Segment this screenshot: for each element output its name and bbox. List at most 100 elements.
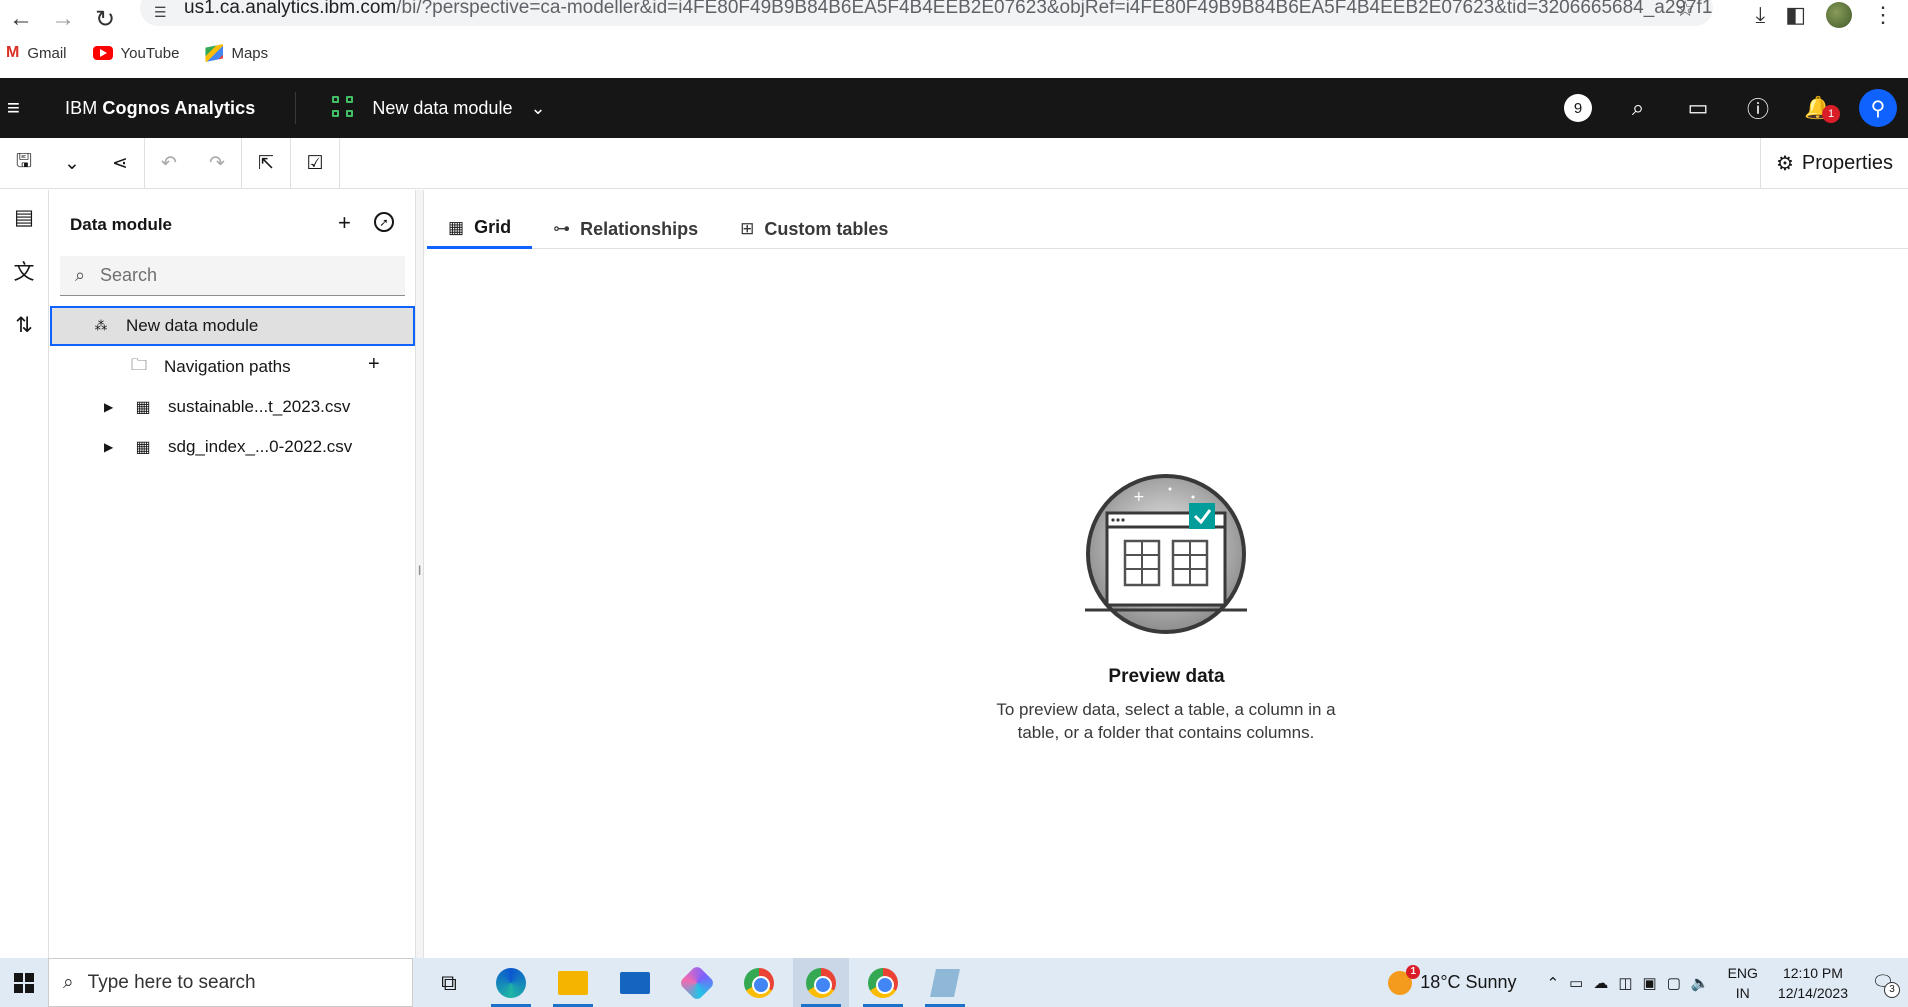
bookmark-label: Maps	[231, 44, 269, 62]
browser-actions: ⤓ ◧ ⋮	[1755, 0, 1908, 30]
weather-badge: 1	[1406, 964, 1421, 979]
windows-taskbar: ⌕ Type here to search ⧉ 1 18°C Sunny ⌃ ▭…	[0, 958, 1908, 1007]
modeller-toolbar: 🖫 ⌄ ⋖ ↶ ↷ ⇱ ☑ ⚙ Properties	[0, 138, 1908, 189]
task-view-icon[interactable]: ⧉	[421, 958, 477, 1007]
onedrive-cloud-icon[interactable]: ☁	[1593, 974, 1608, 992]
chevron-down-icon[interactable]: ⌄	[530, 98, 545, 119]
share-icon[interactable]: ⋖	[96, 138, 144, 188]
user-icon: ⚲	[1859, 89, 1897, 127]
site-settings-icon[interactable]: ☰	[154, 4, 167, 21]
volume-icon[interactable]: 🔈	[1691, 974, 1710, 992]
profile-avatar[interactable]	[1826, 2, 1852, 28]
chevron-up-icon[interactable]: ⌃	[1547, 974, 1560, 992]
bookmark-gmail[interactable]: M Gmail	[6, 44, 67, 62]
data-module-view-icon[interactable]: ▤	[0, 190, 48, 244]
data-module-icon: ⁂	[94, 318, 108, 333]
search-button[interactable]: ⌕	[1608, 95, 1668, 121]
search-icon: ⌕	[74, 265, 86, 285]
taskbar-search[interactable]: ⌕ Type here to search	[48, 958, 413, 1007]
add-source-plus-icon[interactable]: +	[338, 210, 351, 236]
panel-title: Data module	[70, 215, 173, 234]
save-icon[interactable]: 🖫	[0, 138, 48, 188]
chrome-icon[interactable]	[731, 958, 787, 1007]
network-icon[interactable]: ▣	[1643, 974, 1657, 992]
browser-menu-icon[interactable]: ⋮	[1872, 2, 1894, 28]
tree-item-label: New data module	[126, 316, 259, 335]
language-code: ENG	[1727, 964, 1758, 981]
redo-icon[interactable]: ↷	[193, 138, 241, 188]
left-rail: ▤ 文 ⇅	[0, 190, 49, 958]
system-clock[interactable]: 12:10 PM 12/14/2023	[1778, 963, 1848, 1003]
bookmark-star-icon[interactable]: ☆	[1675, 0, 1695, 22]
language-indicator[interactable]: ENG IN	[1728, 963, 1758, 1003]
youtube-icon	[92, 46, 113, 60]
chat-button[interactable]: ▭	[1668, 95, 1728, 121]
preview-description: To preview data, select a table, a colum…	[996, 700, 1336, 742]
display-icon[interactable]: ▢	[1667, 974, 1681, 992]
assistant-button[interactable]: 9	[1548, 94, 1608, 122]
taskbar-search-placeholder: Type here to search	[87, 971, 256, 993]
svg-text:+: +	[1133, 489, 1145, 505]
bookmark-maps[interactable]: Maps	[205, 44, 268, 62]
bookmark-label: Gmail	[27, 44, 67, 62]
tree-item-label: Navigation paths	[164, 357, 291, 376]
tree-item-module[interactable]: ⁂ New data module	[50, 306, 415, 346]
data-module-icon	[332, 96, 356, 120]
folder-icon: 🗀	[130, 356, 147, 374]
windows-start-icon[interactable]	[0, 958, 48, 1007]
system-tray: 1 18°C Sunny ⌃ ▭ ☁ ◫ ▣ ▢ 🔈 ENG IN 12:10 …	[1388, 958, 1908, 1007]
validate-icon[interactable]: ☑	[291, 138, 339, 188]
tree-item-label: sdg_index_...0-2022.csv	[168, 437, 353, 456]
meet-now-icon[interactable]: ◫	[1618, 974, 1632, 992]
bookmark-youtube[interactable]: YouTube	[92, 45, 179, 62]
preview-empty-state: + Preview data To preview data, select a…	[425, 190, 1908, 958]
properties-button[interactable]: ⚙ Properties	[1760, 138, 1908, 188]
panel-resize-handle[interactable]: ||	[415, 190, 424, 958]
module-title: New data module	[372, 97, 513, 118]
sort-icon[interactable]: ⇅	[0, 298, 48, 352]
file-explorer-icon[interactable]	[545, 958, 601, 1007]
tree-item-table[interactable]: ▶ ▦ sdg_index_...0-2022.csv	[104, 427, 415, 467]
forward-arrow-icon[interactable]: →	[42, 4, 84, 34]
header-divider	[295, 92, 297, 124]
notifications-button[interactable]: 🔔 1	[1788, 95, 1848, 123]
notepad-icon[interactable]	[917, 958, 973, 1007]
chrome-profile-icon[interactable]	[793, 958, 849, 1007]
download-icon[interactable]: ⤓	[1755, 2, 1765, 28]
tree-item-table[interactable]: ▶ ▦ sustainable...t_2023.csv	[104, 387, 415, 427]
side-panel-icon[interactable]: ◧	[1785, 2, 1806, 28]
bookmarks-bar: M Gmail YouTube Maps	[0, 38, 1908, 68]
edge-icon[interactable]	[483, 958, 539, 1007]
preview-title: Preview data	[1108, 666, 1225, 687]
launch-icon[interactable]: ⇱	[242, 138, 290, 188]
save-options-chevron-icon[interactable]: ⌄	[48, 138, 96, 188]
reload-icon[interactable]: ↻	[84, 4, 126, 34]
drag-handle-icon: ||	[418, 565, 422, 576]
url-path: /bi/?perspective=ca-modeller&id=i4FE80F4…	[396, 0, 1713, 18]
undo-icon[interactable]: ↶	[145, 138, 193, 188]
hamburger-menu-icon[interactable]: ≡	[7, 95, 39, 121]
action-center-button[interactable]: 🗨 3	[1868, 970, 1900, 998]
search-icon: ⌕	[63, 971, 74, 993]
search-icon: ⌕	[1631, 95, 1645, 120]
expand-caret-icon[interactable]: ▶	[104, 400, 114, 414]
panel-search-input[interactable]	[100, 265, 390, 286]
brand-name: Cognos Analytics	[102, 97, 256, 118]
mail-icon[interactable]	[607, 958, 663, 1007]
gmail-icon: M	[6, 44, 20, 61]
user-menu-button[interactable]: ⚲	[1848, 89, 1908, 127]
brand-prefix: IBM	[65, 97, 103, 118]
weather-widget[interactable]: 1 18°C Sunny	[1388, 964, 1517, 995]
compass-icon[interactable]: ➚	[374, 212, 394, 232]
copilot-icon[interactable]	[669, 958, 725, 1007]
help-button[interactable]: ⓘ	[1728, 92, 1788, 124]
battery-icon[interactable]: ▭	[1569, 974, 1583, 992]
url-host: us1.ca.analytics.ibm.com	[184, 0, 397, 18]
chrome-profile-2-icon[interactable]	[855, 958, 911, 1007]
add-navigation-path-plus-icon[interactable]: +	[368, 353, 380, 376]
address-bar[interactable]: ☰ us1.ca.analytics.ibm.com/bi/?perspecti…	[140, 0, 1713, 26]
translate-icon[interactable]: 文	[0, 244, 48, 298]
main-area: ▦ Grid ⊶ Relationships ⊞ Custom tables + Pr…	[425, 190, 1908, 958]
back-arrow-icon[interactable]: ←	[0, 4, 42, 34]
expand-caret-icon[interactable]: ▶	[104, 440, 114, 454]
